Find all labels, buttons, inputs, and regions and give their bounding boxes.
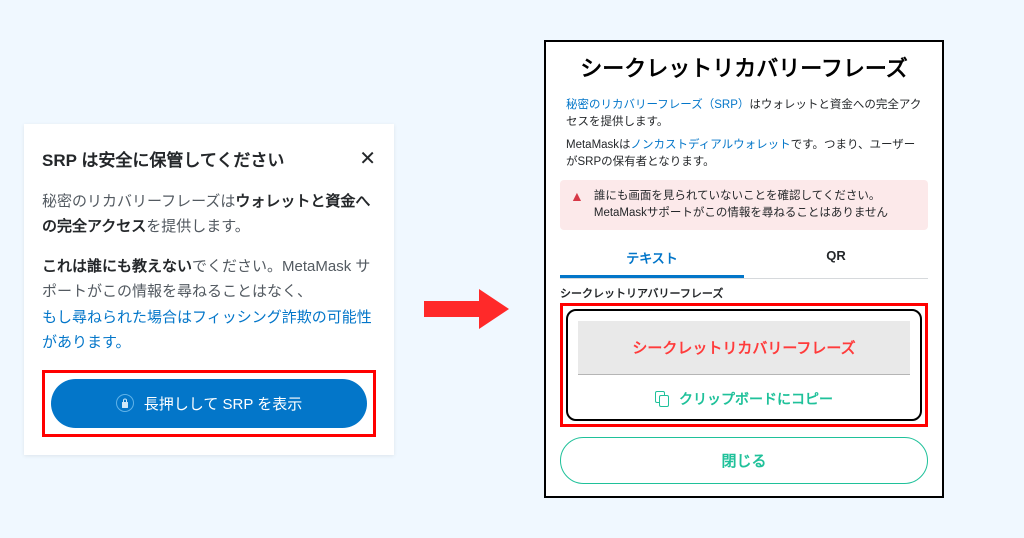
info2-text-a: MetaMaskは [566,139,631,151]
copy-to-clipboard-button[interactable]: クリップボードにコピー [578,379,910,413]
srp-phrase-placeholder: シークレットリカバリーフレーズ [578,321,910,375]
tab-qr[interactable]: QR [744,240,928,278]
srp-display-box: シークレットリカバリーフレーズ クリップボードにコピー [566,309,922,421]
alert-triangle-icon: ▲ [570,188,584,223]
para2-text-bold: これは誰にも教えない [42,258,192,275]
para1-text-c: を提供します。 [146,218,250,235]
hold-button-highlight: 長押しして SRP を表示 [42,370,376,437]
srp-reveal-modal: シークレットリカバリーフレーズ 秘密のリカバリーフレーズ（SRP）はウォレットと… [544,40,944,498]
privacy-alert: ▲ 誰にも画面を見られていないことを確認してください。MetaMaskサポートが… [560,180,928,231]
hold-button-label: 長押しして SRP を表示 [144,393,302,414]
hold-to-reveal-button[interactable]: 長押しして SRP を表示 [51,379,367,428]
modal-para1: 秘密のリカバリーフレーズはウォレットと資金への完全アクセスを提供します。 [42,189,376,240]
copy-label: クリップボードにコピー [679,389,833,409]
tab-text[interactable]: テキスト [560,240,744,278]
srp-highlight-box: シークレットリカバリーフレーズ クリップボードにコピー [560,303,928,427]
modal-title: SRP は安全に保管してください [42,146,284,171]
reveal-title: シークレットリカバリーフレーズ [560,54,928,85]
srp-link[interactable]: 秘密のリカバリーフレーズ（SRP） [566,99,749,111]
reveal-tabs: テキスト QR [560,240,928,279]
modal-body: 秘密のリカバリーフレーズはウォレットと資金への完全アクセスを提供します。 これは… [42,189,376,437]
noncustodial-link[interactable]: ノンカストディアルウォレット [631,139,791,151]
close-icon[interactable]: ✕ [359,146,376,171]
copy-icon [655,391,671,407]
reveal-info1: 秘密のリカバリーフレーズ（SRP）はウォレットと資金への完全アクセスを提供します… [560,97,928,132]
close-button[interactable]: 閉じる [560,437,928,484]
reveal-info2: MetaMaskはノンカストディアルウォレットです。つまり、ユーザーがSRPの保… [560,137,928,172]
modal-para2: これは誰にも教えないでください。MetaMask サポートがこの情報を尋ねること… [42,254,376,356]
lock-icon [116,394,134,412]
srp-field-label: シークレットリアバリーフレーズ [560,285,928,301]
modal-header: SRP は安全に保管してください ✕ [42,146,376,171]
alert-text: 誰にも画面を見られていないことを確認してください。MetaMaskサポートがこの… [594,188,918,223]
arrow-icon [424,289,514,329]
phishing-warning-link[interactable]: もし尋ねられた場合はフィッシング詐欺の可能性があります。 [42,309,372,352]
para1-text-a: 秘密のリカバリーフレーズは [42,193,235,210]
srp-warning-modal: SRP は安全に保管してください ✕ 秘密のリカバリーフレーズはウォレットと資金… [24,124,394,455]
